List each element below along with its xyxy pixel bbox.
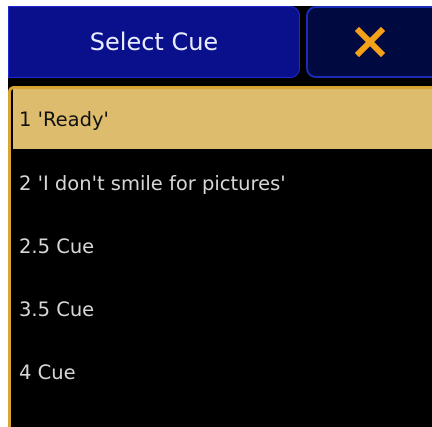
dialog-header: Select Cue <box>8 6 432 80</box>
cue-item-label: 1 'Ready' <box>19 107 109 131</box>
cue-item-4[interactable]: 4 Cue <box>11 341 432 404</box>
cue-item-label: 4 Cue <box>19 361 76 384</box>
dialog-title: Select Cue <box>8 6 300 78</box>
cue-item-label: 2.5 Cue <box>19 235 95 258</box>
cue-item-1[interactable]: 1 'Ready' <box>13 89 432 149</box>
cue-item-2[interactable]: 2 'I don't smile for pictures' <box>11 152 432 215</box>
close-button[interactable] <box>306 6 432 78</box>
select-cue-dialog: Select Cue 1 'Ready' 2 'I don't smile fo… <box>8 6 432 427</box>
cue-item-label: 3.5 Cue <box>19 298 95 321</box>
cue-item-label: 2 'I don't smile for pictures' <box>19 172 286 195</box>
cue-item-3-5[interactable]: 3.5 Cue <box>11 278 432 341</box>
cue-list[interactable]: 1 'Ready' 2 'I don't smile for pictures'… <box>8 86 432 427</box>
cue-item-2-5[interactable]: 2.5 Cue <box>11 215 432 278</box>
screen: Select Cue 1 'Ready' 2 'I don't smile fo… <box>0 0 432 427</box>
close-x-icon <box>355 27 385 57</box>
